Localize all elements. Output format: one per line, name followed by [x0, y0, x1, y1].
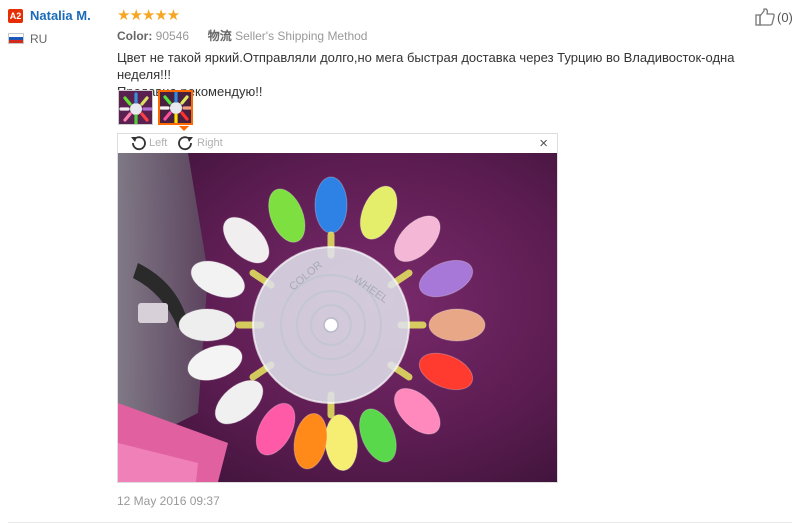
rotate-right-button[interactable]: Right: [177, 135, 223, 151]
star-rating: ★★★★★: [117, 7, 180, 24]
rotate-right-label: Right: [197, 137, 223, 149]
review-date: 12 May 2016 09:37: [117, 494, 220, 508]
reviewer-country: RU: [30, 32, 48, 46]
attribute-key-color: Color:: [117, 29, 153, 43]
attribute-value-logistics: Seller's Shipping Method: [235, 29, 368, 43]
active-thumbnail-pointer: [179, 126, 189, 131]
review-photo: COLOR WHEEL: [118, 153, 557, 482]
rotate-left-label: Left: [149, 137, 168, 149]
rotate-left-button[interactable]: Left: [129, 135, 167, 151]
helpful-button[interactable]: (0): [755, 8, 793, 26]
attribute-value-color: 90546: [155, 29, 190, 43]
review-image-thumbnail[interactable]: [118, 90, 153, 125]
rotate-right-icon: [178, 136, 193, 151]
image-viewer: Left Right × COLOR WHEEL: [117, 133, 558, 483]
review-text-line: Продавца рекомендую!!: [117, 84, 263, 99]
review-image-thumbnail-active[interactable]: [158, 90, 193, 125]
review-text-line: Цвет не такой яркий.Отправляли долго,но …: [117, 50, 735, 82]
close-viewer-button[interactable]: ×: [539, 136, 548, 151]
helpful-count: (0): [777, 9, 793, 25]
russia-flag-icon: [8, 33, 24, 44]
review-text: Цвет не такой яркий.Отправляли долго,но …: [117, 49, 787, 100]
rotate-left-icon: [131, 136, 146, 151]
order-attributes: Color: 90546 物流 Seller's Shipping Method: [117, 27, 367, 44]
nail-color-wheel-photo: COLOR WHEEL: [118, 153, 557, 482]
viewer-toolbar: Left Right ×: [118, 134, 557, 153]
thumbs-up-icon: [755, 8, 775, 26]
review-divider: [8, 522, 792, 523]
reviewer-name[interactable]: Natalia M.: [30, 8, 91, 23]
attribute-key-logistics: 物流: [207, 29, 232, 43]
level-badge: A2: [8, 9, 23, 23]
